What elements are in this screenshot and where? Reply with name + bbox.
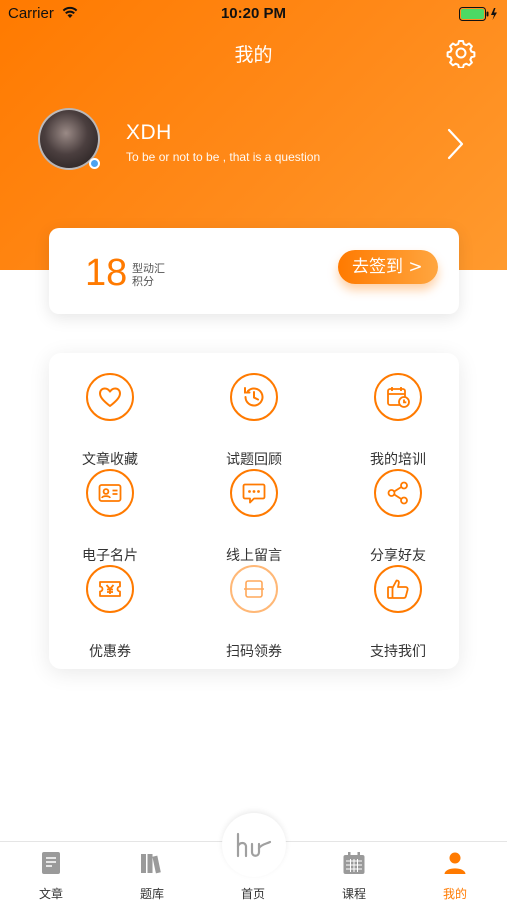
- share-icon: [374, 469, 422, 517]
- menu-item-e-card[interactable]: 电子名片: [55, 469, 165, 564]
- menu-item-share-friends[interactable]: 分享好友: [343, 469, 453, 564]
- points-brand-label: 型动汇: [132, 262, 165, 275]
- menu-item-label: 线上留言: [226, 548, 282, 564]
- menu-item-label: 扫码领券: [226, 644, 282, 660]
- profile-name: XDH: [126, 121, 172, 144]
- points-unit-label: 积分: [132, 275, 154, 288]
- menu-item-my-training[interactable]: 我的培训: [343, 373, 453, 468]
- calendar-clock-icon: [374, 373, 422, 421]
- chevron-right-icon[interactable]: [446, 127, 466, 161]
- menu-item-article-favorites[interactable]: 文章收藏: [55, 373, 165, 468]
- tab-label: 课程: [341, 887, 366, 900]
- person-icon: [444, 852, 466, 874]
- id-card-icon: [86, 469, 134, 517]
- menu-item-label: 支持我们: [370, 644, 426, 660]
- menu-item-label: 分享好友: [370, 548, 426, 564]
- feature-grid: 文章收藏 试题回顾 我的培训 电子名片 线上留言 分享好友 优惠券 扫码领券 支…: [49, 353, 459, 669]
- yen-coupon-icon: [86, 565, 134, 613]
- menu-item-online-message[interactable]: 线上留言: [199, 469, 309, 564]
- points-value: 18: [85, 252, 128, 294]
- settings-gear-icon[interactable]: [446, 38, 476, 68]
- tab-label: 题库: [139, 887, 164, 900]
- tab-courses[interactable]: 课程: [314, 842, 394, 900]
- menu-item-label: 优惠券: [89, 644, 131, 660]
- points-card: 18 型动汇 积分 去签到 >: [49, 228, 459, 314]
- thumbs-up-icon: [374, 565, 422, 613]
- tab-articles[interactable]: 文章: [11, 842, 91, 900]
- menu-item-coupons[interactable]: 优惠券: [55, 565, 165, 660]
- tab-label: 首页: [240, 887, 265, 900]
- menu-item-support-us[interactable]: 支持我们: [343, 565, 453, 660]
- menu-item-label: 电子名片: [82, 548, 138, 564]
- tab-question-bank[interactable]: 题库: [112, 842, 192, 900]
- tab-mine[interactable]: 我的: [415, 842, 495, 900]
- profile-signature: To be or not to be , that is a question: [126, 150, 321, 164]
- books-icon: [141, 854, 161, 874]
- chat-bubble-icon: [230, 469, 278, 517]
- location-badge-icon: [89, 158, 100, 169]
- menu-item-quiz-review[interactable]: 试题回顾: [199, 373, 309, 468]
- checkin-button[interactable]: 去签到 >: [338, 250, 438, 284]
- tab-label: 我的: [442, 887, 467, 900]
- menu-item-label: 文章收藏: [82, 452, 138, 468]
- scan-icon: [230, 565, 278, 613]
- menu-item-label: 试题回顾: [226, 452, 282, 468]
- calendar-icon: [343, 852, 365, 874]
- page-title: 我的: [234, 44, 273, 66]
- status-time: 10:20 PM: [220, 5, 287, 22]
- document-icon: [42, 852, 60, 874]
- heart-icon: [86, 373, 134, 421]
- menu-item-label: 我的培训: [370, 452, 426, 468]
- menu-item-scan-coupon[interactable]: 扫码领券: [199, 565, 309, 660]
- battery-icon: [459, 7, 497, 21]
- home-logo-icon: [236, 832, 272, 858]
- status-bar: Carrier 10:20 PM: [0, 0, 507, 28]
- history-clock-icon: [230, 373, 278, 421]
- tab-label: 文章: [38, 887, 63, 900]
